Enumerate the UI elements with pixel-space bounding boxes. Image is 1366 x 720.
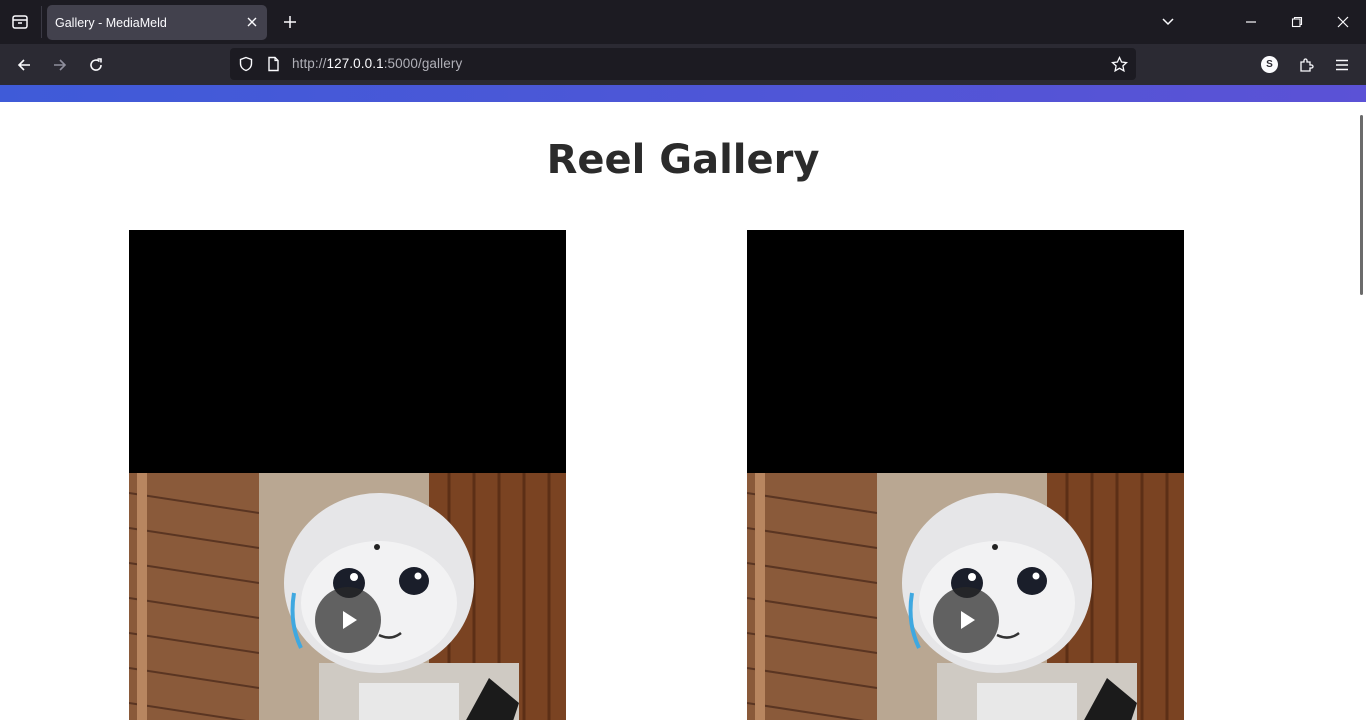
play-button[interactable] [315,587,381,653]
extensions-icon[interactable] [1293,52,1319,78]
reel-card[interactable] [747,230,1184,720]
browser-tab[interactable]: Gallery - MediaMeld [47,5,267,40]
close-window-icon[interactable] [1329,8,1357,36]
chevron-down-icon[interactable] [1154,8,1182,36]
play-icon [343,611,357,629]
page-info-icon[interactable] [264,55,282,73]
page-title: Reel Gallery [546,137,820,183]
browser-nav-bar: http://127.0.0.1:5000/gallery S [0,44,1366,85]
forward-icon[interactable] [47,52,73,78]
tab-title: Gallery - MediaMeld [55,15,167,30]
address-bar[interactable]: http://127.0.0.1:5000/gallery [230,48,1136,80]
play-icon [961,611,975,629]
url-path: :5000/gallery [383,56,463,71]
tab-separator [41,6,42,38]
scrollbar-thumb[interactable] [1360,115,1363,295]
url-scheme: http:// [292,56,327,71]
account-avatar[interactable]: S [1261,56,1278,73]
bookmark-star-icon[interactable] [1110,55,1128,73]
shield-icon[interactable] [237,55,255,73]
page-content: Reel Gallery [0,85,1366,720]
close-tab-icon[interactable] [243,13,261,31]
minimize-icon[interactable] [1237,8,1265,36]
back-icon[interactable] [11,52,37,78]
reload-icon[interactable] [83,52,109,78]
new-tab-icon[interactable] [278,10,302,34]
tab-list-icon[interactable] [8,10,32,34]
play-button[interactable] [933,587,999,653]
url-text[interactable]: http://127.0.0.1:5000/gallery [292,56,462,71]
url-host: 127.0.0.1 [326,56,384,71]
browser-tab-bar: Gallery - MediaMeld [0,0,1366,44]
menu-icon[interactable] [1329,52,1355,78]
restore-icon[interactable] [1283,8,1311,36]
site-header-bar [0,85,1366,102]
reel-card[interactable] [129,230,566,720]
